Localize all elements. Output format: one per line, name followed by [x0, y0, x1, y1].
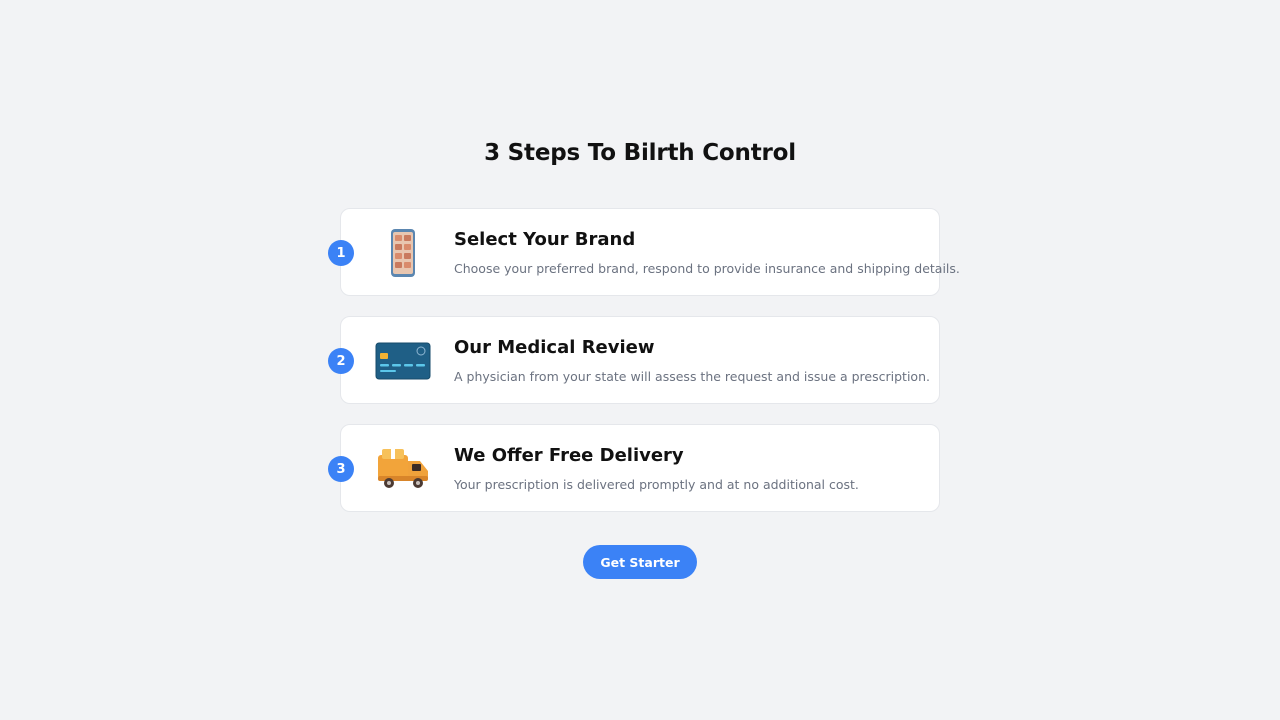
- step-card-3: 3 We Offer Free Delivery Your prescripti…: [328, 424, 940, 512]
- step-number-badge: 3: [328, 456, 354, 482]
- step-title: Our Medical Review: [454, 337, 655, 358]
- step-card-1: 1 Select Your Brand Choose your preferre…: [328, 208, 960, 296]
- steps-list: 1 Select Your Brand Choose your preferre…: [328, 208, 960, 532]
- get-started-button[interactable]: Get Starter: [583, 545, 697, 579]
- step-title: Select Your Brand: [454, 229, 636, 250]
- step-title: We Offer Free Delivery: [454, 445, 684, 466]
- step-number-badge: 1: [328, 240, 354, 266]
- delivery-truck-icon: [373, 441, 433, 497]
- step-description: A physician from your state will assess …: [454, 369, 930, 384]
- credit-card-icon: [373, 333, 433, 389]
- step-description: Choose your preferred brand, respond to …: [454, 261, 960, 276]
- page-title: 3 Steps To Bilrth Control: [484, 140, 796, 166]
- step-description: Your prescription is delivered promptly …: [454, 477, 859, 492]
- smartphone-shopping-icon: [373, 225, 433, 281]
- step-card-2: 2 Our Medical Review A physician from yo…: [328, 316, 940, 404]
- step-number-badge: 2: [328, 348, 354, 374]
